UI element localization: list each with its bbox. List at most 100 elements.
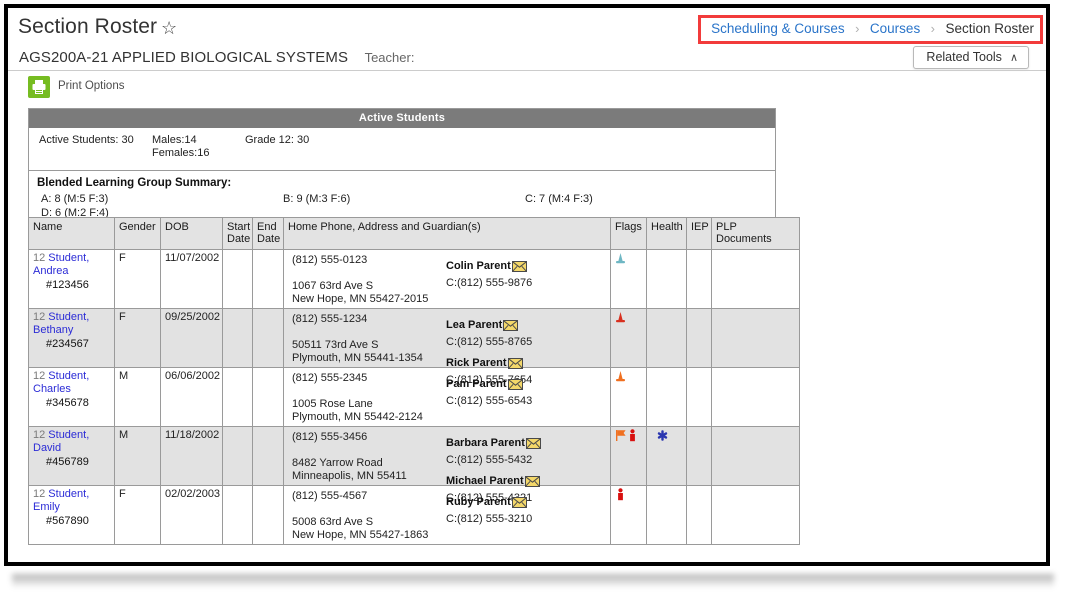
guardian-name[interactable]: Rick Parent (446, 357, 507, 369)
home-phone: (812) 555-1234 (292, 313, 368, 325)
females-count: Females:16 (152, 147, 210, 159)
envelope-icon[interactable] (511, 261, 527, 275)
cone-orange-icon[interactable] (615, 370, 626, 383)
column-header-flags[interactable]: Flags (610, 217, 647, 250)
guardian-name[interactable]: Michael Parent (446, 475, 524, 487)
medical-star-blue-icon[interactable] (657, 429, 668, 442)
cell-gender: M (114, 426, 161, 486)
guardian-phone: C:(812) 555-3210 (446, 513, 533, 525)
cell-flags (610, 485, 647, 545)
cone-teal-icon[interactable] (615, 252, 626, 265)
table-row[interactable]: 12 Student, Bethany #234567 F 09/25/2002 (81… (28, 308, 800, 386)
address-line-1: 8482 Yarrow Road (292, 457, 383, 469)
table-row[interactable]: 12 Student, Charles #345678 M 06/06/2002 (81… (28, 367, 800, 427)
column-header-health[interactable]: Health (646, 217, 687, 250)
column-header-dob[interactable]: DOB (160, 217, 223, 250)
table-header-row: Name Gender DOB Start Date End Date Home… (28, 217, 800, 250)
cell-plp-documents (711, 426, 800, 486)
breadcrumb: Scheduling & Courses › Courses › Section… (698, 15, 1043, 44)
blended-group-a: A: 8 (M:5 F:3) (41, 193, 109, 205)
guardian-name[interactable]: Pam Parent (446, 378, 507, 390)
home-phone: (812) 555-3456 (292, 431, 368, 443)
cell-gender: M (114, 367, 161, 427)
student-number: #567890 (46, 515, 89, 527)
males-count: Males:14 (152, 134, 197, 146)
cell-end-date (252, 426, 284, 486)
cell-health (646, 426, 687, 486)
guardian-entry: Barbara Parent C:(812) 555-5432 (446, 437, 541, 466)
panel-title: Active Students (29, 109, 775, 128)
breadcrumb-current-section-roster: Section Roster (945, 21, 1034, 36)
cell-plp-documents (711, 485, 800, 545)
table-row[interactable]: 12 Student, Emily #567890 F 02/02/2003 (812)… (28, 485, 800, 545)
column-header-contact[interactable]: Home Phone, Address and Guardian(s) (283, 217, 611, 250)
grade-count: Grade 12: 30 (245, 134, 310, 146)
column-header-iep[interactable]: IEP (686, 217, 712, 250)
column-header-plp-documents[interactable]: PLP Documents (711, 217, 800, 250)
cell-contact: (812) 555-4567 5008 63rd Ave S New Hope, M… (283, 485, 611, 545)
address-line-2: New Hope, MN 55427-2015 (292, 293, 429, 305)
printer-icon[interactable] (28, 76, 50, 98)
guardian-phone: C:(812) 555-9876 (446, 277, 533, 289)
cell-student-name: 12 Student, David #456789 (28, 426, 115, 486)
envelope-icon[interactable] (503, 320, 519, 334)
blended-group-c: C: 7 (M:4 F:3) (525, 193, 593, 205)
envelope-icon[interactable] (511, 497, 527, 511)
cell-start-date (222, 308, 253, 368)
breadcrumb-item-scheduling-courses[interactable]: Scheduling & Courses (711, 21, 845, 36)
column-header-end-date[interactable]: End Date (252, 217, 284, 250)
cell-flags (610, 249, 647, 309)
address-line-1: 1005 Rose Lane (292, 398, 373, 410)
cell-dob: 06/06/2002 (160, 367, 223, 427)
address-line-1: 5008 63rd Ave S (292, 516, 374, 528)
drop-shadow (12, 574, 1054, 588)
cell-dob: 09/25/2002 (160, 308, 223, 368)
student-grade: 12 (33, 429, 49, 441)
cell-health (646, 249, 687, 309)
cell-student-name: 12 Student, Andrea #123456 (28, 249, 115, 309)
cell-start-date (222, 367, 253, 427)
cell-dob: 02/02/2003 (160, 485, 223, 545)
guardian-phone: C:(812) 555-5432 (446, 454, 533, 466)
cell-student-name: 12 Student, Charles #345678 (28, 367, 115, 427)
flag-orange-icon[interactable] (615, 429, 626, 442)
guardian-name[interactable]: Lea Parent (446, 319, 502, 331)
table-row[interactable]: 12 Student, Andrea #123456 F 11/07/2002 (812… (28, 249, 800, 309)
screenshot-frame: Section Roster ☆ AGS200A-21 APPLIED BIOL… (4, 4, 1050, 566)
favorite-star-icon[interactable]: ☆ (161, 19, 177, 37)
cell-end-date (252, 367, 284, 427)
guardian-name[interactable]: Barbara Parent (446, 437, 525, 449)
cell-student-name: 12 Student, Emily #567890 (28, 485, 115, 545)
student-number: #456789 (46, 456, 89, 468)
guardian-name[interactable]: Ruby Parent (446, 496, 511, 508)
cell-gender: F (114, 485, 161, 545)
student-grade: 12 (33, 488, 49, 500)
table-row[interactable]: 12 Student, David #456789 M 11/18/2002 (812)… (28, 426, 800, 504)
column-header-gender[interactable]: Gender (114, 217, 161, 250)
cell-flags (610, 308, 647, 368)
guardian-name[interactable]: Colin Parent (446, 260, 511, 272)
breadcrumb-item-courses[interactable]: Courses (870, 21, 920, 36)
breadcrumb-separator-icon: › (855, 21, 860, 36)
cell-iep (686, 308, 712, 368)
cell-plp-documents (711, 249, 800, 309)
person-red-icon[interactable] (615, 488, 626, 501)
teacher-label: Teacher: (364, 50, 415, 65)
cell-iep (686, 367, 712, 427)
cell-plp-documents (711, 308, 800, 368)
chevron-up-icon: ∧ (1009, 52, 1018, 64)
cone-red-icon[interactable] (615, 311, 626, 324)
column-header-name[interactable]: Name (28, 217, 115, 250)
active-students-count: Active Students: 30 (39, 134, 134, 146)
envelope-icon[interactable] (507, 379, 523, 393)
cell-plp-documents (711, 367, 800, 427)
address-line-2: New Hope, MN 55427-1863 (292, 529, 429, 541)
column-header-start-date[interactable]: Start Date (222, 217, 253, 250)
person-red-icon[interactable] (627, 429, 638, 442)
cell-dob: 11/18/2002 (160, 426, 223, 486)
cell-end-date (252, 485, 284, 545)
print-options-label[interactable]: Print Options (58, 80, 124, 92)
envelope-icon[interactable] (525, 438, 541, 452)
related-tools-button[interactable]: Related Tools ∧ (913, 46, 1029, 69)
cell-dob: 11/07/2002 (160, 249, 223, 309)
